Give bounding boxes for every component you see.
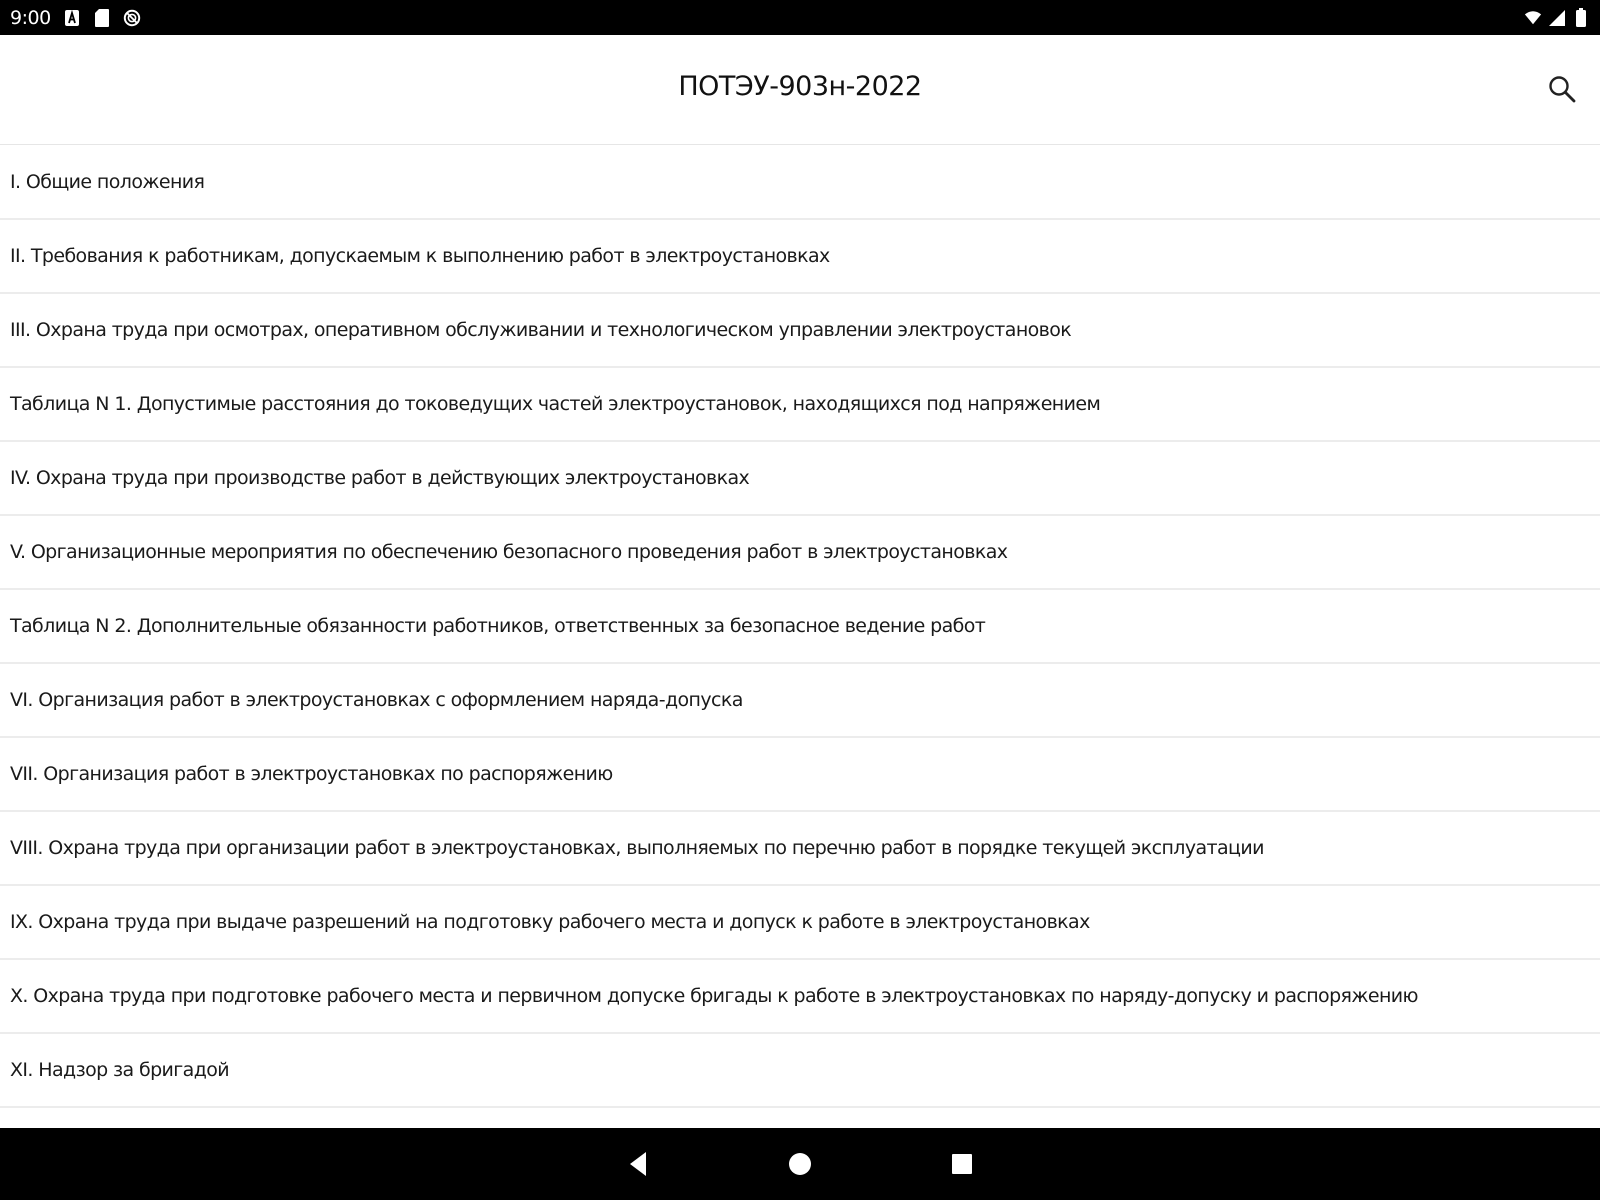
list-item[interactable]: VII. Организация работ в электроустановк… [0,738,1600,812]
list-item[interactable]: VIII. Охрана труда при организации работ… [0,812,1600,886]
list-item[interactable]: II. Требования к работникам, допускаемым… [0,220,1600,294]
list-item[interactable]: X. Охрана труда при подготовке рабочего … [0,960,1600,1034]
cell-signal-icon [1548,8,1566,28]
list-item[interactable]: IX. Охрана труда при выдаче разрешений н… [0,886,1600,960]
back-button[interactable] [616,1142,660,1186]
status-right [1524,7,1590,28]
page-title: ПОТЭУ-903н-2022 [678,71,922,102]
recents-icon [952,1154,972,1174]
battery-icon [1572,7,1590,28]
back-icon [630,1152,646,1176]
list-item[interactable]: III. Охрана труда при осмотрах, оператив… [0,294,1600,368]
search-button[interactable] [1542,69,1582,109]
list-item[interactable]: VI. Организация работ в электроустановка… [0,664,1600,738]
list-item[interactable]: XI. Надзор за бригадой [0,1034,1600,1108]
font-a-icon [63,8,81,28]
list-item[interactable]: IV. Охрана труда при производстве работ … [0,442,1600,516]
list-item[interactable]: Таблица N 1. Допустимые расстояния до то… [0,368,1600,442]
home-button[interactable] [778,1142,822,1186]
list-item[interactable]: V. Организационные мероприятия по обеспе… [0,516,1600,590]
list-item[interactable]: Таблица N 2. Дополнительные обязанности … [0,590,1600,664]
status-time: 9:00 [10,6,51,29]
search-icon [1549,76,1576,103]
navigation-bar [0,1128,1600,1200]
status-left: 9:00 [10,7,141,29]
sd-card-icon [93,8,111,28]
list-item[interactable]: I. Общие положения [0,146,1600,220]
recents-button[interactable] [940,1142,984,1186]
toc-list: I. Общие положения II. Требования к рабо… [0,146,1600,1108]
do-not-disturb-icon [123,8,141,28]
home-icon [789,1153,811,1175]
app-bar: ПОТЭУ-903н-2022 [0,35,1600,145]
status-bar: 9:00 [0,0,1600,35]
wifi-icon [1524,8,1542,28]
